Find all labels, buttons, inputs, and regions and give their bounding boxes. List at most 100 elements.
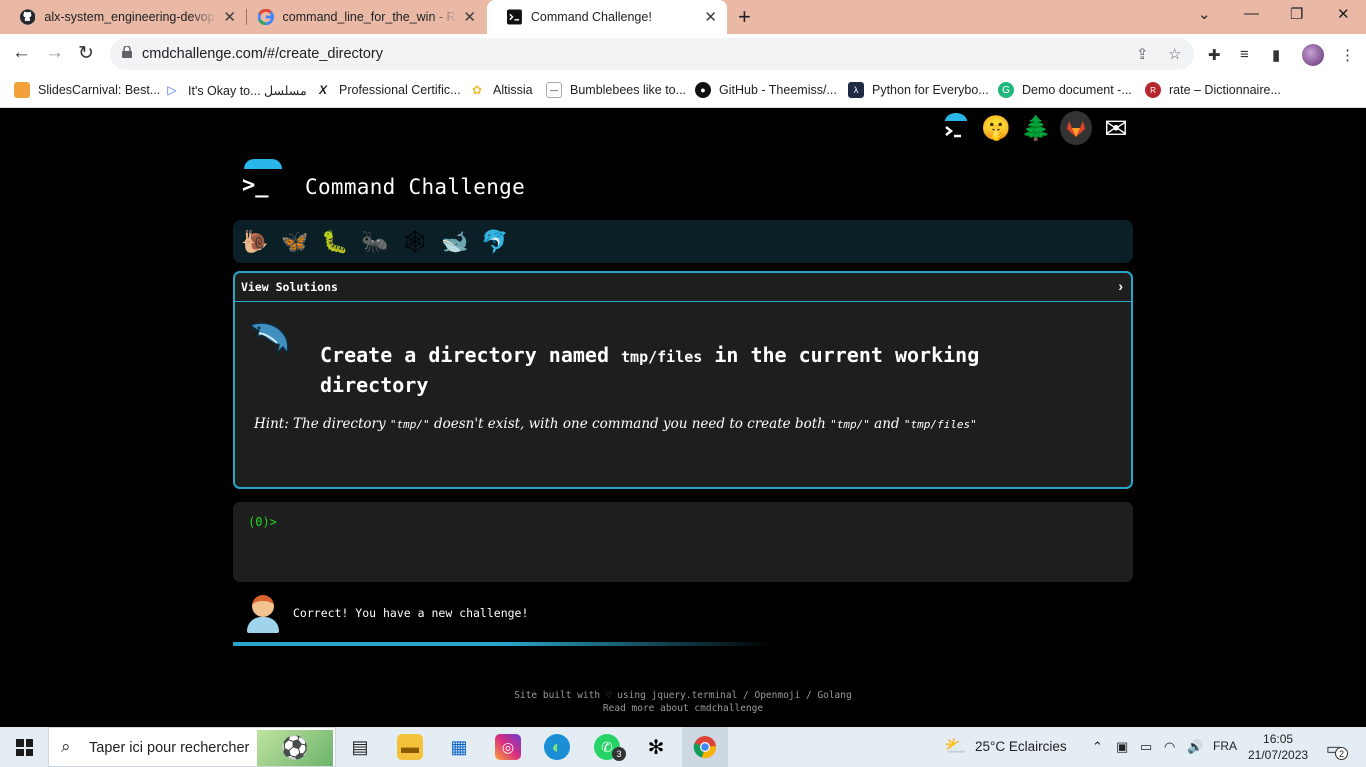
bookmark-label: Python for Everybo... xyxy=(872,83,989,97)
snail-level-icon[interactable]: 🐌 xyxy=(241,229,269,255)
slidescarnival-icon xyxy=(14,82,30,98)
hint-text: Hint: The directory xyxy=(254,416,390,432)
page-icon: — xyxy=(546,82,562,98)
shushing-face-icon[interactable]: 🤫 xyxy=(980,111,1012,145)
task-view-icon[interactable]: ▤ xyxy=(347,734,373,760)
windows-start-icon[interactable] xyxy=(16,739,33,756)
task-code-dirname: tmp/files xyxy=(621,348,703,366)
bookmark-python-for-everybody[interactable]: λ Python for Everybo... xyxy=(848,82,989,98)
ant-level-icon[interactable]: 🐜 xyxy=(361,229,389,255)
taskbar-search[interactable]: ⌕ Taper ici pour rechercher ⚽ xyxy=(48,727,336,767)
logo-dome xyxy=(244,159,282,169)
site-footer: Site built with ♡ using jquery.terminal … xyxy=(0,689,1366,715)
tab-search-chevron-icon[interactable]: ⌄ xyxy=(1198,5,1211,23)
bookmark-label: SlidesCarnival: Best... xyxy=(38,83,161,97)
butterfly-level-icon[interactable]: 🦋 xyxy=(281,229,309,255)
close-tab-icon[interactable]: ✕ xyxy=(223,8,236,26)
bookmark-bumblebees[interactable]: — Bumblebees like to... xyxy=(546,82,686,98)
menu-kebab-icon[interactable]: ⋮ xyxy=(1340,46,1355,64)
close-tab-icon[interactable]: ✕ xyxy=(704,8,717,26)
bookmark-its-okay[interactable]: ▷ It's Okay to... مسلسل xyxy=(164,82,307,98)
gitlab-fox-icon[interactable] xyxy=(1060,111,1092,145)
media-control-icon[interactable]: ≡ xyxy=(1240,46,1249,63)
reload-icon[interactable]: ↻ xyxy=(78,42,94,65)
tab-alx-system-engineering[interactable]: alx-system_engineering-devops/c ✕ xyxy=(0,0,246,34)
chrome-icon[interactable] xyxy=(693,735,717,759)
weather-text[interactable]: 25°C Eclaircies xyxy=(975,739,1067,754)
footer-credits: Site built with ♡ using jquery.terminal … xyxy=(514,690,852,701)
bookmark-label: Altissia xyxy=(493,83,533,97)
google-icon xyxy=(258,9,274,25)
forward-icon[interactable]: → xyxy=(45,42,64,64)
bookmark-altissia[interactable]: ✿ Altissia xyxy=(469,82,533,98)
new-tab-button[interactable]: + xyxy=(738,4,751,30)
language-indicator[interactable]: FRA xyxy=(1213,739,1237,753)
file-explorer-icon[interactable]: ▬ xyxy=(397,734,423,760)
chevron-right-icon[interactable]: › xyxy=(1118,278,1123,294)
bookmark-professional-certificate[interactable]: X Professional Certific... xyxy=(315,82,461,98)
bookmark-label: Professional Certific... xyxy=(339,83,461,97)
grammarly-icon: G xyxy=(998,82,1014,98)
profile-avatar[interactable] xyxy=(1302,44,1324,66)
tab-title: Command Challenge! xyxy=(530,10,652,24)
whale-level-icon[interactable]: 🐋 xyxy=(441,229,469,255)
spider-web-level-icon[interactable]: 🕸 xyxy=(401,229,429,255)
weather-cloud-icon: ⛅ xyxy=(944,736,967,756)
whatsapp-badge: 3 xyxy=(612,747,626,761)
close-window-icon[interactable]: ✕ xyxy=(1337,5,1350,23)
view-solutions-label: View Solutions xyxy=(241,280,338,294)
bookmarks-bar: SlidesCarnival: Best... ▷ It's Okay to...… xyxy=(0,74,1366,108)
github-icon xyxy=(20,9,36,25)
terminal-input[interactable]: (0)> xyxy=(233,502,1133,582)
taskbar-clock[interactable]: 16:05 21/07/2023 xyxy=(1248,731,1308,763)
extensions-icon[interactable]: ✚ xyxy=(1208,46,1221,64)
address-bar[interactable]: cmdchallenge.com/#/create_directory ⇪ ☆ xyxy=(110,38,1194,70)
status-message-row: Correct! You have a new challenge! xyxy=(245,593,528,633)
volume-icon[interactable]: 🔊 xyxy=(1187,739,1203,755)
caterpillar-level-icon[interactable]: 🐛 xyxy=(321,229,349,255)
bookmark-slidescarnival[interactable]: SlidesCarnival: Best... xyxy=(14,82,160,98)
side-panel-icon[interactable]: ▮ xyxy=(1272,46,1280,64)
page-title: Command Challenge xyxy=(305,175,526,199)
mail-icon[interactable]: ✉ xyxy=(1100,111,1132,145)
dictionary-icon: R xyxy=(1145,82,1161,98)
battery-icon[interactable]: ▭ xyxy=(1140,739,1152,755)
tray-chevron-icon[interactable]: ⌃ xyxy=(1092,739,1103,755)
minimize-icon[interactable]: — xyxy=(1244,5,1259,22)
back-icon[interactable]: ← xyxy=(12,42,31,64)
bookmark-label: Bumblebees like to... xyxy=(570,83,687,97)
tree-icon[interactable]: 🌲 xyxy=(1020,111,1052,145)
python-course-icon: λ xyxy=(848,82,864,98)
level-selector: 🐌 🦋 🐛 🐜 🕸 🐋 🐬 xyxy=(233,220,1133,263)
instagram-icon[interactable]: ◎ xyxy=(495,734,521,760)
wifi-icon[interactable]: ◠ xyxy=(1164,739,1175,755)
windows-taskbar: ⌕ Taper ici pour rechercher ⚽ ▤ ▬ ▦ ◎ ◐ … xyxy=(0,727,1366,767)
terminal-logo-icon[interactable] xyxy=(940,111,972,145)
logo-prompt: >_ xyxy=(242,173,269,198)
search-placeholder: Taper ici pour rechercher xyxy=(89,740,250,756)
tab-command-line-for-the-win[interactable]: command_line_for_the_win - Rec ✕ xyxy=(238,0,486,34)
cmdchallenge-page: 🤫 🌲 ✉ >_ Command Challenge 🐌 🦋 🐛 🐜 🕸 🐋 🐬… xyxy=(0,109,1366,727)
bookmark-label: It's Okay to... مسلسل xyxy=(188,83,307,98)
share-icon[interactable]: ⇪ xyxy=(1136,45,1149,63)
bookmark-demo-document[interactable]: G Demo document -... xyxy=(998,82,1132,98)
status-message: Correct! You have a new challenge! xyxy=(293,606,529,620)
slack-icon[interactable]: ✻ xyxy=(643,734,669,760)
microsoft-store-icon[interactable]: ▦ xyxy=(446,734,472,760)
edge-icon[interactable]: ◐ xyxy=(544,734,570,760)
meet-icon[interactable]: ▣ xyxy=(1116,739,1128,755)
clock-time: 16:05 xyxy=(1263,732,1294,746)
restore-icon[interactable]: ❐ xyxy=(1290,5,1303,23)
bookmark-star-icon[interactable]: ☆ xyxy=(1168,45,1181,63)
bookmark-github-theemiss[interactable]: ● GitHub - Theemiss/... xyxy=(695,82,837,98)
dolphin-level-icon[interactable]: 🐬 xyxy=(481,229,509,255)
challenge-card: View Solutions › Create a directory name… xyxy=(233,271,1133,489)
site-logo[interactable]: >_ xyxy=(240,159,284,203)
footer-read-more-link[interactable]: Read more about cmdchallenge xyxy=(0,702,1366,715)
close-tab-icon[interactable]: ✕ xyxy=(463,8,476,26)
challenge-hint: Hint: The directory "tmp/" doesn't exist… xyxy=(254,415,1074,434)
hint-text: doesn't exist, with one command you need… xyxy=(429,416,831,432)
bookmark-rate-dictionnaire[interactable]: Rrate – Dictionnaire... xyxy=(1145,82,1281,98)
tab-command-challenge[interactable]: Command Challenge! ✕ xyxy=(487,0,727,34)
view-solutions-toggle[interactable]: View Solutions xyxy=(235,273,1131,302)
